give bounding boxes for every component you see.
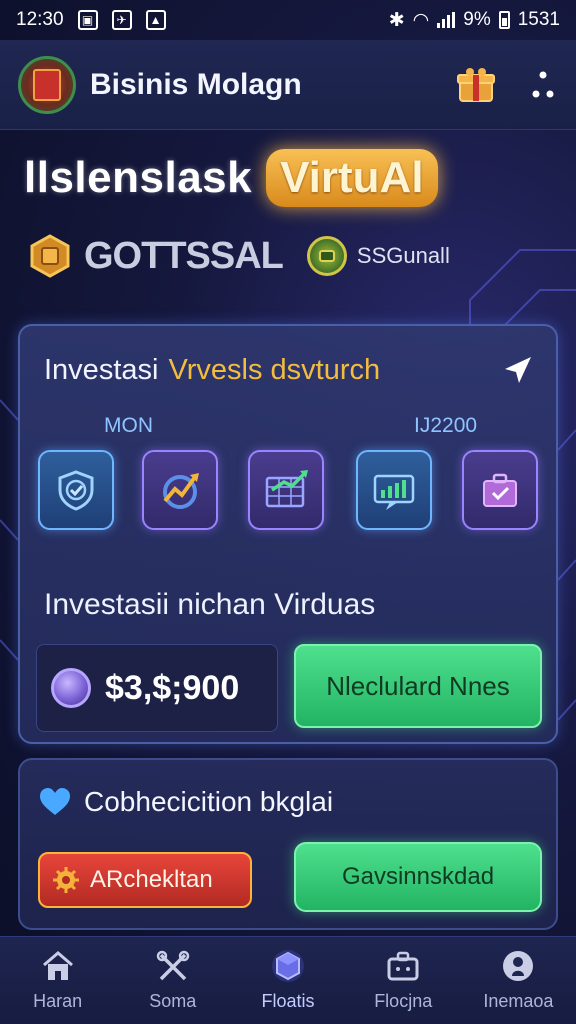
nav-item-tools[interactable]: Soma bbox=[115, 937, 230, 1024]
wifi-icon: ◠ bbox=[412, 9, 430, 31]
send-arrow-icon bbox=[505, 357, 531, 383]
investment-card-header: Investasi Vrvesls dsvturch bbox=[44, 352, 536, 388]
app-header: Bisinis Molagn bbox=[0, 40, 576, 130]
cube-icon bbox=[272, 950, 304, 982]
bar-chart-icon bbox=[373, 474, 415, 510]
growth-arrow-icon bbox=[163, 473, 199, 509]
red-action-button[interactable]: ARchekltan bbox=[38, 852, 252, 908]
status-bar: 12:30 ▣ ✈ ▲ ✱ ◠ 9% 1531 bbox=[0, 0, 576, 40]
gift-icon bbox=[457, 67, 495, 102]
investment-amount-display: $3,$;900 bbox=[36, 644, 278, 732]
gear-icon bbox=[53, 867, 79, 893]
signal-icon bbox=[437, 12, 456, 28]
brand-row: GOTTSSAL SSGunall bbox=[28, 228, 548, 284]
profile-icon bbox=[503, 951, 534, 981]
investment-section-title: Investasii nichan Virduas bbox=[44, 588, 376, 621]
nav-item-floatis[interactable]: Floatis bbox=[230, 937, 345, 1024]
tile-growth[interactable] bbox=[142, 450, 218, 530]
investment-amount: $3,$;900 bbox=[105, 668, 240, 707]
gift-button[interactable] bbox=[454, 63, 498, 107]
status-clock-right: 1531 bbox=[517, 9, 560, 30]
nav-label-tools: Soma bbox=[149, 991, 197, 1011]
nav-item-home[interactable]: Haran bbox=[0, 937, 115, 1024]
hero-title: llslenslask bbox=[24, 153, 253, 202]
investment-action-button[interactable]: Nleclulard Nnes bbox=[294, 644, 542, 728]
collection-card-title: Cobhecicition bkglai bbox=[84, 786, 334, 817]
more-dots-icon bbox=[532, 71, 554, 97]
gold-badge-icon bbox=[30, 234, 70, 278]
collection-card: Cobhecicition bkglai ARchekltan Gavsinns… bbox=[18, 758, 558, 930]
app-notification-icon: ✈ bbox=[111, 10, 132, 30]
tile-security[interactable] bbox=[38, 450, 114, 530]
nav-label-home: Haran bbox=[33, 991, 83, 1011]
label-right: IJ2200 bbox=[414, 414, 478, 437]
investment-heading-accent: Vrvesls dsvturch bbox=[168, 353, 381, 386]
app-title: Bisinis Molagn bbox=[90, 67, 302, 101]
home-icon bbox=[42, 951, 73, 980]
coin-icon bbox=[51, 668, 91, 708]
more-options-button[interactable] bbox=[528, 63, 558, 107]
green-badge-icon bbox=[306, 236, 347, 276]
nav-item-briefcase[interactable]: Flocjna bbox=[346, 937, 461, 1024]
bottom-navigation: Haran Soma Floatis Flocjna Inemaoa bbox=[0, 936, 576, 1024]
share-button[interactable] bbox=[500, 352, 536, 388]
investment-card: Investasi Vrvesls dsvturch MON IJ2200 In… bbox=[18, 324, 558, 744]
shield-check-icon bbox=[58, 470, 94, 511]
tile-bar-chart[interactable] bbox=[356, 450, 432, 530]
brand-sub-label: SSGunall bbox=[356, 243, 450, 268]
red-action-label: ARchekltan bbox=[90, 866, 213, 893]
tile-spreadsheet[interactable] bbox=[248, 450, 324, 530]
briefcase-icon bbox=[387, 951, 419, 981]
investment-heading: Investasi bbox=[44, 353, 159, 386]
collection-card-header: Cobhecicition bkglai bbox=[38, 786, 333, 818]
nav-label-profile: Inemaoa bbox=[483, 991, 554, 1011]
logo-book-icon bbox=[33, 68, 61, 101]
app-logo[interactable] bbox=[18, 55, 76, 114]
tile-portfolio[interactable] bbox=[462, 450, 538, 530]
green-action-button[interactable]: Gavsinnskdad bbox=[294, 842, 542, 912]
nav-label-floatis: Floatis bbox=[261, 991, 315, 1011]
tools-icon bbox=[156, 950, 190, 981]
spreadsheet-chart-icon bbox=[265, 470, 308, 508]
alert-notification-icon: ▲ bbox=[145, 10, 166, 30]
label-left: MON bbox=[104, 414, 153, 437]
status-time: 12:30 bbox=[16, 9, 64, 30]
hero-virtual-pill[interactable]: VirtuAl bbox=[266, 149, 438, 207]
investment-category-row bbox=[38, 450, 548, 532]
gallery-notification-icon: ▣ bbox=[77, 10, 98, 30]
heart-icon bbox=[40, 788, 70, 815]
brand-name: GOTTSSAL bbox=[84, 234, 284, 277]
battery-percent: 9% bbox=[463, 9, 491, 30]
nav-label-briefcase: Flocjna bbox=[374, 991, 433, 1011]
bluetooth-icon: ✱ bbox=[388, 9, 405, 31]
nav-item-profile[interactable]: Inemaoa bbox=[461, 937, 576, 1024]
hero-banner: llslenslask VirtuAl bbox=[24, 138, 564, 218]
battery-icon bbox=[498, 11, 510, 29]
briefcase-check-icon bbox=[483, 473, 517, 507]
